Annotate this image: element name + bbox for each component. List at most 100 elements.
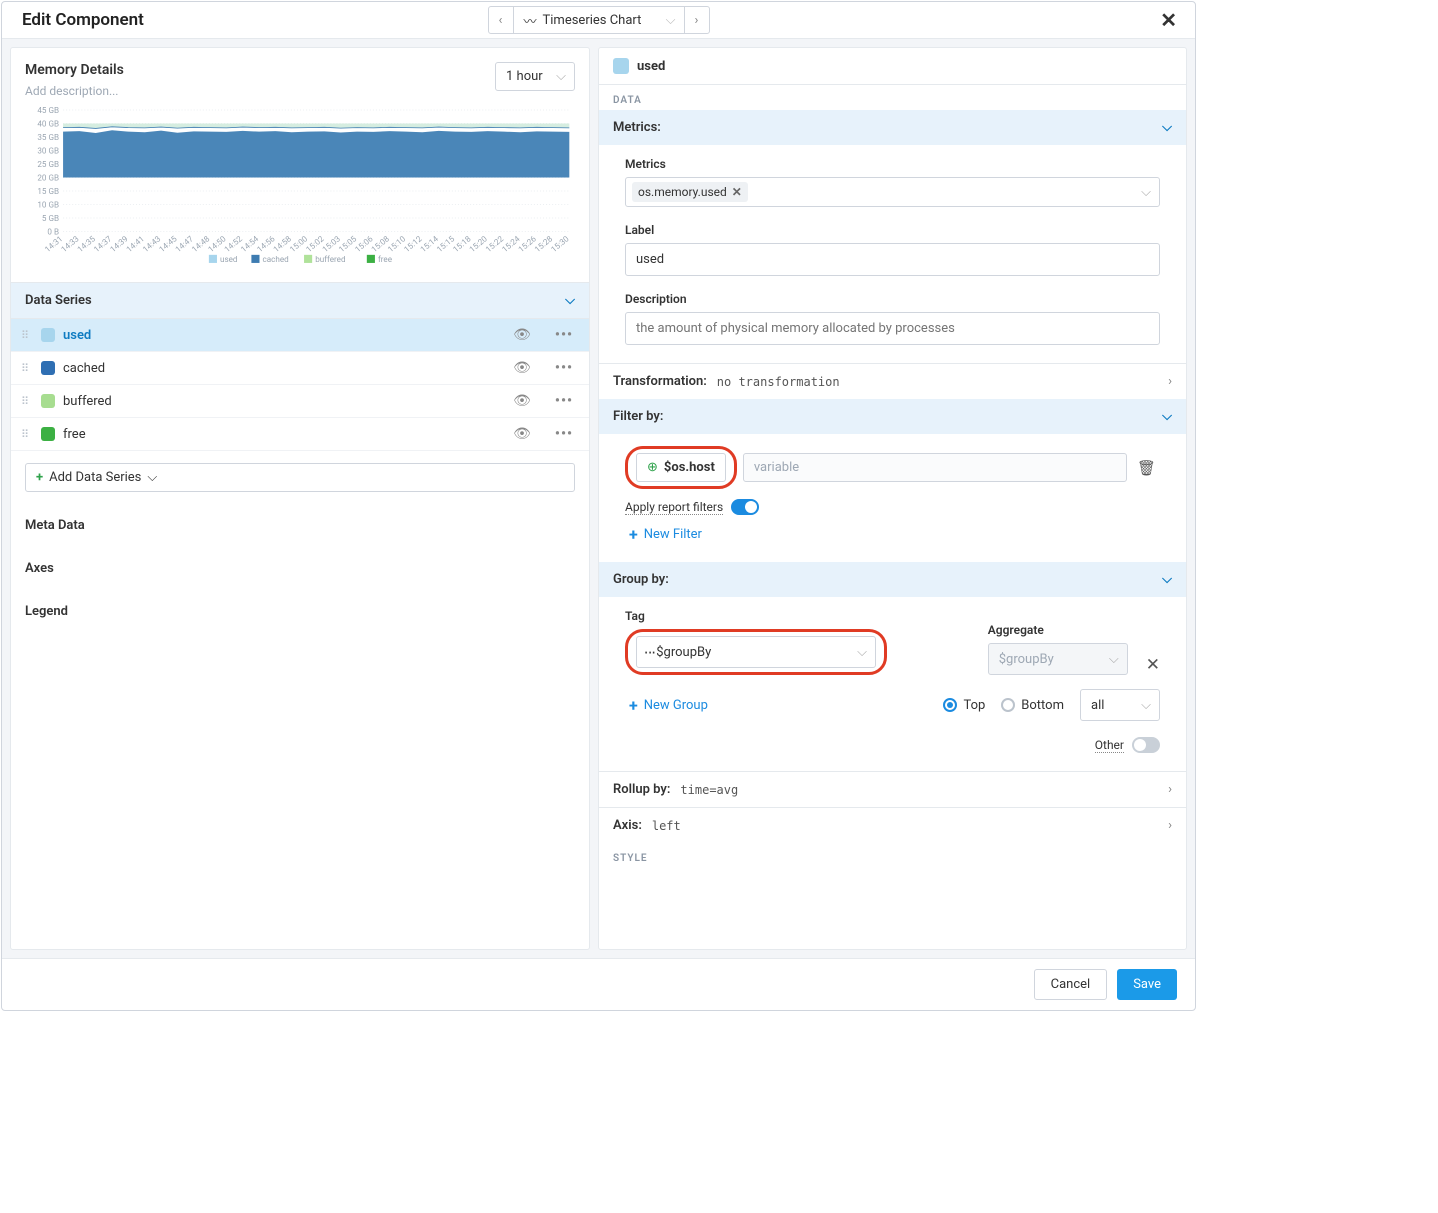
svg-text:5 GB: 5 GB — [42, 213, 59, 223]
chevron-down-icon: ⌵ — [1162, 409, 1172, 424]
svg-text:10 GB: 10 GB — [37, 200, 59, 210]
tag-label: Tag — [625, 609, 978, 623]
visibility-toggle[interactable]: 👁 — [503, 360, 541, 376]
data-section-label: DATA — [599, 85, 1186, 110]
bottom-radio[interactable]: Bottom — [1001, 698, 1064, 713]
more-menu-button[interactable]: ••• — [549, 426, 579, 442]
sliders-icon: ⫶ — [641, 650, 656, 653]
preview-description-placeholder[interactable]: Add description... — [25, 84, 124, 98]
add-data-series-button[interactable]: + Add Data Series ⌵ — [25, 463, 575, 492]
nav-legend[interactable]: Legend — [11, 590, 589, 633]
top-radio[interactable]: Top — [943, 698, 985, 713]
label-input[interactable] — [625, 243, 1160, 276]
axis-row[interactable]: Axis: left › — [599, 807, 1186, 843]
rollup-row[interactable]: Rollup by: time=avg › — [599, 771, 1186, 807]
plus-circle-icon: ⊕ — [647, 460, 658, 475]
visibility-toggle[interactable]: 👁 — [503, 426, 541, 442]
series-name: free — [63, 427, 495, 442]
modal-header: Edit Component ‹ 〰 Timeseries Chart ⌵ › … — [2, 2, 1195, 39]
drag-handle-icon[interactable]: ⠿ — [21, 362, 33, 375]
filter-panel-header[interactable]: Filter by: ⌵ — [599, 399, 1186, 434]
series-config-name: used — [637, 59, 665, 74]
description-input[interactable] — [625, 312, 1160, 345]
series-row-free[interactable]: ⠿ free 👁 ••• — [11, 418, 589, 451]
drag-handle-icon[interactable]: ⠿ — [21, 428, 33, 441]
color-swatch — [41, 328, 55, 342]
plus-icon: + — [36, 470, 43, 485]
plus-icon: + — [629, 525, 638, 544]
chevron-right-icon: › — [1168, 818, 1172, 833]
svg-text:buffered: buffered — [315, 254, 345, 264]
drag-handle-icon[interactable]: ⠿ — [21, 395, 33, 408]
new-group-button[interactable]: +New Group — [625, 696, 708, 715]
right-panel: used DATA Metrics: ⌵ Metrics os.memory.u… — [598, 47, 1187, 950]
filter-token[interactable]: ⊕ $os.host — [636, 453, 726, 482]
visibility-toggle[interactable]: 👁 — [503, 327, 541, 343]
svg-text:30 GB: 30 GB — [37, 146, 59, 156]
delete-filter-button[interactable]: 🗑 — [1133, 459, 1160, 477]
apply-report-filters-toggle[interactable] — [731, 499, 759, 515]
close-button[interactable]: ✕ — [1160, 8, 1177, 32]
series-name: buffered — [63, 394, 495, 409]
nav-axes[interactable]: Axes — [11, 547, 589, 590]
left-panel: Memory Details Add description... 1 hour… — [10, 47, 590, 950]
chart-type-label: Timeseries Chart — [543, 13, 642, 28]
limit-select[interactable]: all⌵ — [1080, 689, 1160, 721]
remove-chip-button[interactable]: ✕ — [732, 185, 742, 199]
modal-title: Edit Component — [22, 10, 144, 30]
timeseries-icon: 〰 — [524, 11, 537, 30]
prev-component-button[interactable]: ‹ — [488, 6, 514, 34]
remove-group-button[interactable]: ✕ — [1138, 655, 1160, 675]
metrics-input[interactable]: os.memory.used✕ ⌵ — [625, 177, 1160, 207]
chevron-right-icon: › — [1168, 782, 1172, 797]
chevron-down-icon: ⌵ — [1162, 572, 1172, 587]
metrics-panel-header[interactable]: Metrics: ⌵ — [599, 110, 1186, 145]
apply-report-filters-label: Apply report filters — [625, 500, 723, 515]
svg-text:15 GB: 15 GB — [37, 186, 59, 196]
svg-text:25 GB: 25 GB — [37, 159, 59, 169]
group-by-panel-header[interactable]: Group by: ⌵ — [599, 562, 1186, 597]
new-filter-button[interactable]: + New Filter — [625, 525, 702, 544]
chevron-down-icon: ⌵ — [1141, 185, 1151, 200]
plus-icon: + — [629, 696, 638, 715]
more-menu-button[interactable]: ••• — [549, 327, 579, 343]
svg-text:15:30: 15:30 — [549, 233, 571, 254]
time-range-select[interactable]: 1 hour⌵ — [495, 62, 575, 91]
series-name: used — [63, 328, 495, 343]
series-row-used[interactable]: ⠿ used 👁 ••• — [11, 319, 589, 352]
chevron-down-icon: ⌵ — [1162, 120, 1172, 135]
cancel-button[interactable]: Cancel — [1034, 969, 1108, 1000]
color-swatch — [41, 361, 55, 375]
chart-preview: 0 B5 GB10 GB15 GB20 GB25 GB30 GB35 GB40 … — [11, 102, 589, 282]
color-swatch — [41, 394, 55, 408]
preview-title: Memory Details — [25, 62, 124, 78]
next-component-button[interactable]: › — [684, 6, 710, 34]
series-name: cached — [63, 361, 495, 376]
more-menu-button[interactable]: ••• — [549, 393, 579, 409]
series-row-buffered[interactable]: ⠿ buffered 👁 ••• — [11, 385, 589, 418]
metrics-label: Metrics — [625, 157, 1160, 171]
group-tag-select[interactable]: ⫶ $groupBy ⌵ — [636, 636, 876, 668]
metric-chip: os.memory.used✕ — [632, 182, 748, 202]
data-series-header[interactable]: Data Series ⌵ — [11, 282, 589, 319]
nav-meta-data[interactable]: Meta Data — [11, 504, 589, 547]
visibility-toggle[interactable]: 👁 — [503, 393, 541, 409]
highlight-ring: ⫶ $groupBy ⌵ — [625, 629, 887, 675]
aggregate-select[interactable]: $groupBy⌵ — [988, 643, 1128, 675]
highlight-ring: ⊕ $os.host — [625, 446, 737, 489]
edit-component-modal: Edit Component ‹ 〰 Timeseries Chart ⌵ › … — [1, 1, 1196, 1011]
chart-type-select[interactable]: 〰 Timeseries Chart ⌵ — [514, 6, 684, 34]
transformation-row[interactable]: Transformation: no transformation › — [599, 363, 1186, 399]
description-field-label: Description — [625, 292, 1160, 306]
label-field-label: Label — [625, 223, 1160, 237]
chevron-down-icon: ⌵ — [857, 645, 867, 660]
other-toggle[interactable] — [1132, 737, 1160, 753]
chevron-down-icon: ⌵ — [556, 69, 566, 84]
more-menu-button[interactable]: ••• — [549, 360, 579, 376]
drag-handle-icon[interactable]: ⠿ — [21, 329, 33, 342]
filter-variable-input[interactable]: variable — [743, 453, 1127, 482]
svg-text:45 GB: 45 GB — [37, 106, 59, 115]
series-config-header: used — [599, 48, 1186, 85]
series-row-cached[interactable]: ⠿ cached 👁 ••• — [11, 352, 589, 385]
save-button[interactable]: Save — [1117, 969, 1177, 1000]
